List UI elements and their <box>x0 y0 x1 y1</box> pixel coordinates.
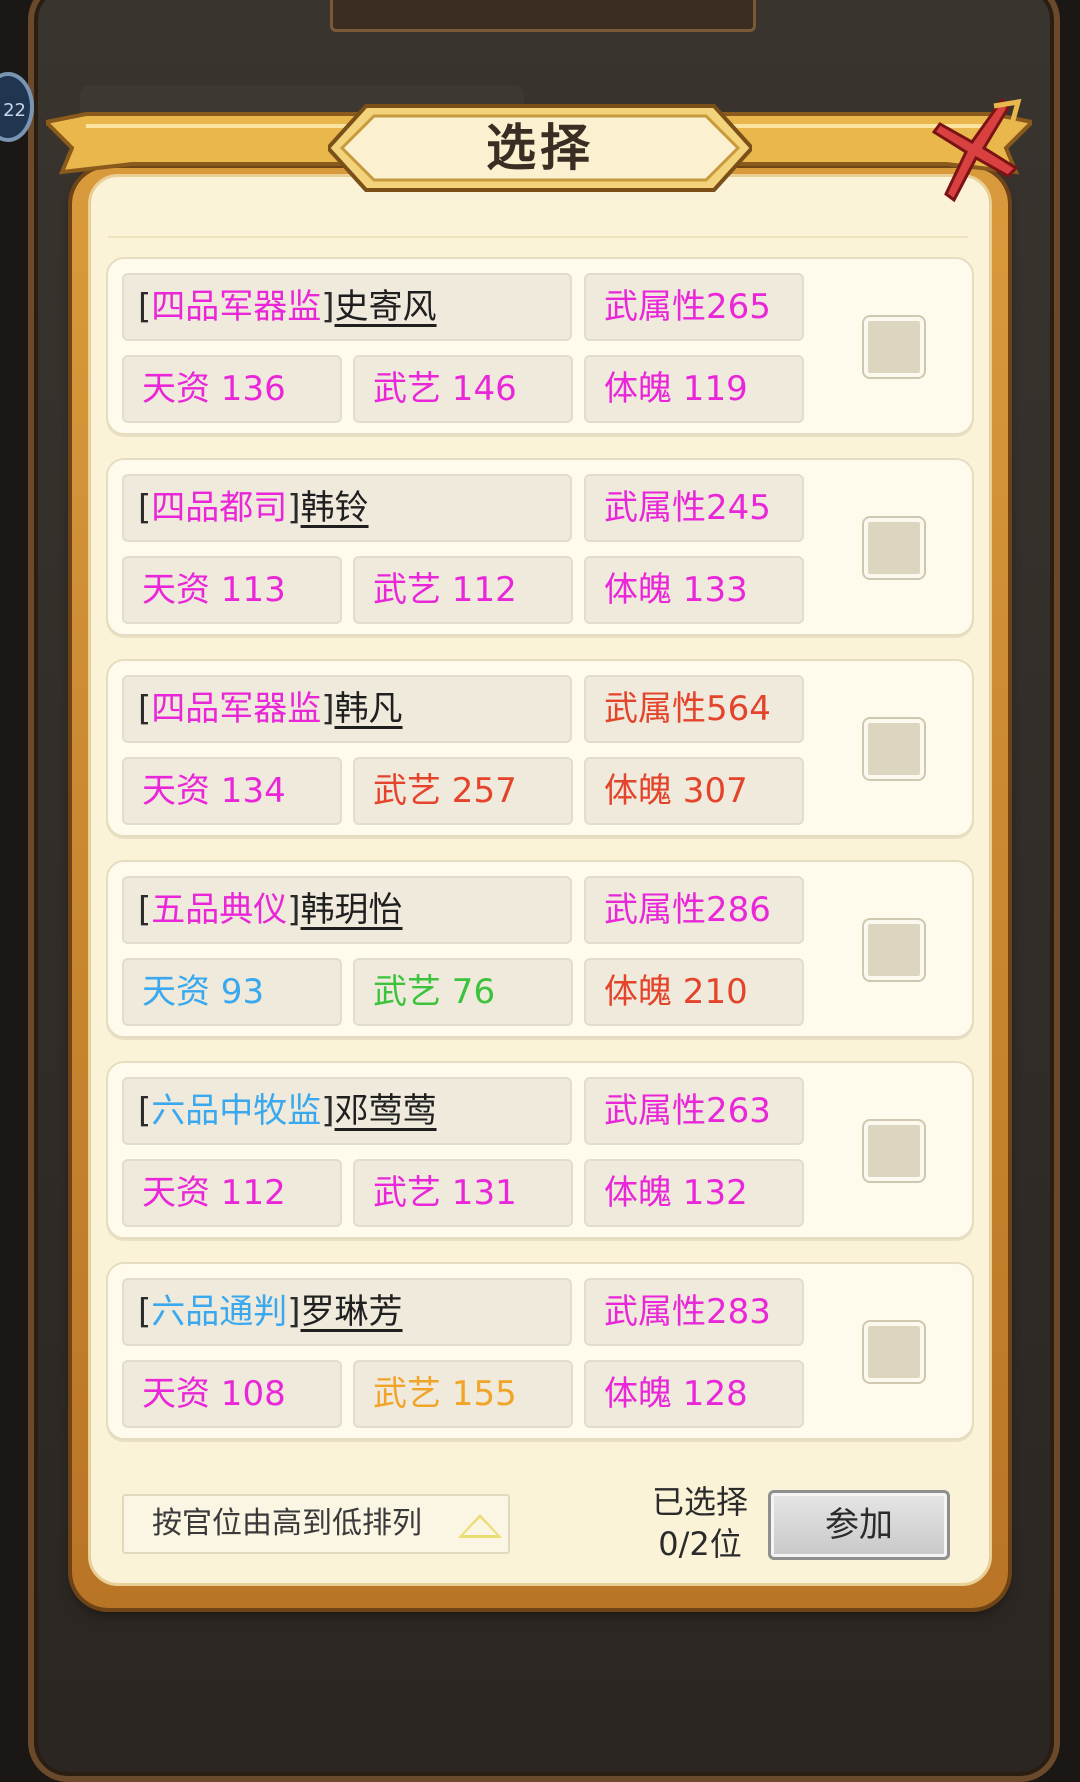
dialog-title: 选择 <box>486 119 594 177</box>
candidate-card[interactable]: [四品军器监]韩凡 武属性564 天资 134 武艺 257 体魄 307 <box>106 659 974 837</box>
candidate-title: [六品中牧监]邓莺莺 <box>122 1077 572 1145</box>
martial-attribute: 武属性283 <box>584 1278 804 1346</box>
candidate-name[interactable]: 韩铃 <box>301 488 369 528</box>
physique-stat: 体魄 128 <box>584 1360 804 1428</box>
martial-skill-stat: 武艺 131 <box>353 1159 573 1227</box>
candidate-title: [四品军器监]史寄风 <box>122 273 572 341</box>
talent-stat: 天资 93 <box>122 958 342 1026</box>
official-rank: 五品典仪 <box>151 890 288 930</box>
rank-bracket-close: ] <box>287 1292 301 1332</box>
candidate-title: [六品通判]罗琳芳 <box>122 1278 572 1346</box>
select-checkbox[interactable] <box>864 920 924 980</box>
select-checkbox[interactable] <box>864 518 924 578</box>
sort-label: 按官位由高到低排列 <box>152 1506 422 1541</box>
martial-skill-stat: 武艺 155 <box>353 1360 573 1428</box>
physique-stat: 体魄 307 <box>584 757 804 825</box>
candidate-title: [四品军器监]韩凡 <box>122 675 572 743</box>
talent-stat: 天资 108 <box>122 1360 342 1428</box>
rank-bracket-open: [ <box>138 689 152 729</box>
candidate-card[interactable]: [六品通判]罗琳芳 武属性283 天资 108 武艺 155 体魄 128 <box>106 1262 974 1440</box>
selected-count: 0/2位 <box>658 1525 742 1563</box>
background-title-tab <box>330 0 756 32</box>
talent-stat: 天资 134 <box>122 757 342 825</box>
select-checkbox[interactable] <box>864 1121 924 1181</box>
select-checkbox[interactable] <box>864 317 924 377</box>
candidate-card[interactable]: [五品典仪]韩玥怡 武属性286 天资 93 武艺 76 体魄 210 <box>106 860 974 1038</box>
selected-label: 已选择 <box>651 1483 748 1521</box>
official-rank: 四品都司 <box>151 488 288 528</box>
close-x-icon[interactable] <box>932 96 1024 206</box>
join-button[interactable]: 参加 <box>768 1490 950 1560</box>
martial-skill-stat: 武艺 146 <box>353 355 573 423</box>
candidate-name[interactable]: 韩玥怡 <box>301 890 403 930</box>
candidate-card[interactable]: [四品军器监]史寄风 武属性265 天资 136 武艺 146 体魄 119 <box>106 257 974 435</box>
talent-stat: 天资 113 <box>122 556 342 624</box>
physique-stat: 体魄 210 <box>584 958 804 1026</box>
martial-skill-stat: 武艺 257 <box>353 757 573 825</box>
official-rank: 六品通判 <box>151 1292 288 1332</box>
candidate-name[interactable]: 邓莺莺 <box>335 1091 437 1131</box>
talent-stat: 天资 112 <box>122 1159 342 1227</box>
candidate-name[interactable]: 罗琳芳 <box>301 1292 403 1332</box>
rank-bracket-open: [ <box>138 488 152 528</box>
talent-stat: 天资 136 <box>122 355 342 423</box>
official-rank: 四品军器监 <box>151 689 322 729</box>
physique-stat: 体魄 119 <box>584 355 804 423</box>
rank-bracket-close: ] <box>287 488 301 528</box>
select-checkbox[interactable] <box>864 1322 924 1382</box>
candidate-name[interactable]: 韩凡 <box>335 689 403 729</box>
martial-attribute: 武属性245 <box>584 474 804 542</box>
physique-stat: 体魄 133 <box>584 556 804 624</box>
candidate-title: [五品典仪]韩玥怡 <box>122 876 572 944</box>
rank-bracket-open: [ <box>138 287 152 327</box>
rank-bracket-open: [ <box>138 1292 152 1332</box>
dialog-divider <box>108 236 968 238</box>
rank-bracket-close: ] <box>321 287 335 327</box>
official-rank: 四品军器监 <box>151 287 322 327</box>
candidate-name[interactable]: 史寄风 <box>335 287 437 327</box>
martial-attribute: 武属性263 <box>584 1077 804 1145</box>
triangle-up-icon <box>458 1514 502 1538</box>
official-rank: 六品中牧监 <box>151 1091 322 1131</box>
candidate-title: [四品都司]韩铃 <box>122 474 572 542</box>
martial-attribute: 武属性564 <box>584 675 804 743</box>
sort-dropdown[interactable]: 按官位由高到低排列 <box>122 1494 510 1554</box>
rank-bracket-open: [ <box>138 1091 152 1131</box>
candidate-card[interactable]: [六品中牧监]邓莺莺 武属性263 天资 112 武艺 131 体魄 132 <box>106 1061 974 1239</box>
rank-bracket-close: ] <box>287 890 301 930</box>
martial-skill-stat: 武艺 76 <box>353 958 573 1026</box>
martial-attribute: 武属性265 <box>584 273 804 341</box>
candidate-card[interactable]: [四品都司]韩铃 武属性245 天资 113 武艺 112 体魄 133 <box>106 458 974 636</box>
rank-bracket-close: ] <box>321 1091 335 1131</box>
select-checkbox[interactable] <box>864 719 924 779</box>
martial-skill-stat: 武艺 112 <box>353 556 573 624</box>
rank-bracket-close: ] <box>321 689 335 729</box>
martial-attribute: 武属性286 <box>584 876 804 944</box>
rank-bracket-open: [ <box>138 890 152 930</box>
physique-stat: 体魄 132 <box>584 1159 804 1227</box>
